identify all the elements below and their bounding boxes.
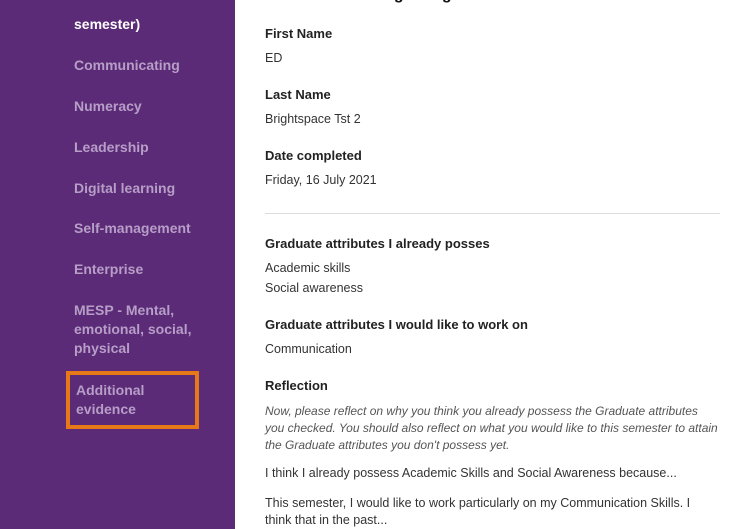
sidebar-item-leadership[interactable]: Leadership [0,127,235,168]
reflection-label: Reflection [265,378,720,393]
sidebar-item-numeracy[interactable]: Numeracy [0,86,235,127]
date-completed-label: Date completed [265,148,720,163]
sidebar-item-communicating[interactable]: Communicating [0,45,235,86]
first-name-value: ED [265,51,720,65]
sidebar-item-enterprise[interactable]: Enterprise [0,249,235,290]
last-name-value: Brightspace Tst 2 [265,112,720,126]
reflection-paragraph-1: I think I already possess Academic Skill… [265,465,720,483]
attributes-workon-value: Communication [265,342,720,356]
page-title: Skills Profile - beginning of the semest… [265,0,720,4]
sidebar-item-mesp[interactable]: MESP - Mental, emotional, social, physic… [0,290,235,369]
app-frame: semester) Communicating Numeracy Leaders… [0,0,740,529]
attributes-possess-value-1: Academic skills [265,261,720,275]
first-name-label: First Name [265,26,720,41]
sidebar-item-semester[interactable]: semester) [0,4,235,45]
sidebar-item-additional-evidence[interactable]: Additional evidence [76,381,191,419]
field-attributes-workon: Graduate attributes I would like to work… [265,317,720,356]
sidebar-item-self-management[interactable]: Self-management [0,208,235,249]
last-name-label: Last Name [265,87,720,102]
field-attributes-possess: Graduate attributes I already posses Aca… [265,236,720,295]
main-content: Skills Profile - beginning of the semest… [235,0,740,529]
field-reflection: Reflection Now, please reflect on why yo… [265,378,720,529]
reflection-instruction: Now, please reflect on why you think you… [265,403,720,453]
highlight-annotation: Additional evidence [66,371,199,429]
attributes-workon-label: Graduate attributes I would like to work… [265,317,720,332]
field-date-completed: Date completed Friday, 16 July 2021 [265,148,720,187]
field-last-name: Last Name Brightspace Tst 2 [265,87,720,126]
divider [265,213,720,214]
attributes-possess-label: Graduate attributes I already posses [265,236,720,251]
attributes-possess-value-2: Social awareness [265,281,720,295]
field-first-name: First Name ED [265,26,720,65]
sidebar: semester) Communicating Numeracy Leaders… [0,0,235,529]
date-completed-value: Friday, 16 July 2021 [265,173,720,187]
sidebar-item-digital-learning[interactable]: Digital learning [0,168,235,209]
reflection-paragraph-2: This semester, I would like to work part… [265,495,720,529]
